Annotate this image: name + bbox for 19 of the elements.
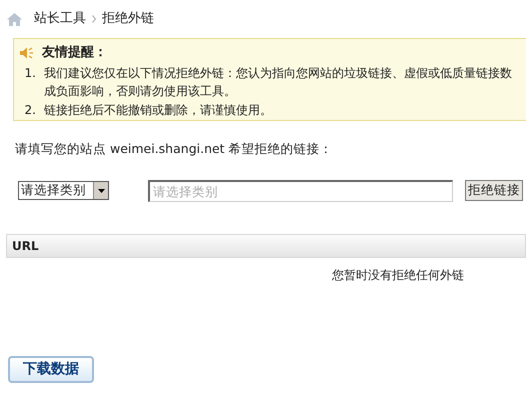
caret-icon (98, 188, 104, 193)
list-number: 1. (24, 64, 37, 82)
notice-text: 成负面影响，否则请勿使用该工具。 (44, 82, 237, 100)
chevron-icon (92, 15, 96, 23)
column-header: URL (12, 238, 39, 255)
category-select[interactable]: 请选择类别 (18, 181, 109, 200)
breadcrumb-link[interactable]: 站长工具 (34, 9, 86, 29)
home-icon[interactable] (7, 12, 22, 26)
notice-text: 我们建议您仅在以下情况拒绝外链：您认为指向您网站的垃圾链接、虚假或低质量链接数 (44, 64, 512, 82)
instruction-text: 请填写您的站点 weimei.shangi.net 希望拒绝的链接： (15, 140, 333, 158)
breadcrumb-link[interactable]: 拒绝外链 (102, 9, 154, 29)
reject-links-button[interactable]: 拒绝链接 (465, 180, 523, 202)
empty-message: 您暂时没有拒绝任何外链 (332, 266, 464, 284)
notice-text: 链接拒绝后不能撤销或删除，请谨慎使用。 (44, 102, 272, 118)
notice-title: 友情提醒： (42, 44, 107, 62)
download-data-button[interactable]: 下载数据 (8, 356, 94, 383)
list-number: 2. (24, 102, 37, 118)
speaker-icon (20, 46, 34, 59)
link-input-field[interactable]: 请选择类别 (148, 180, 453, 202)
